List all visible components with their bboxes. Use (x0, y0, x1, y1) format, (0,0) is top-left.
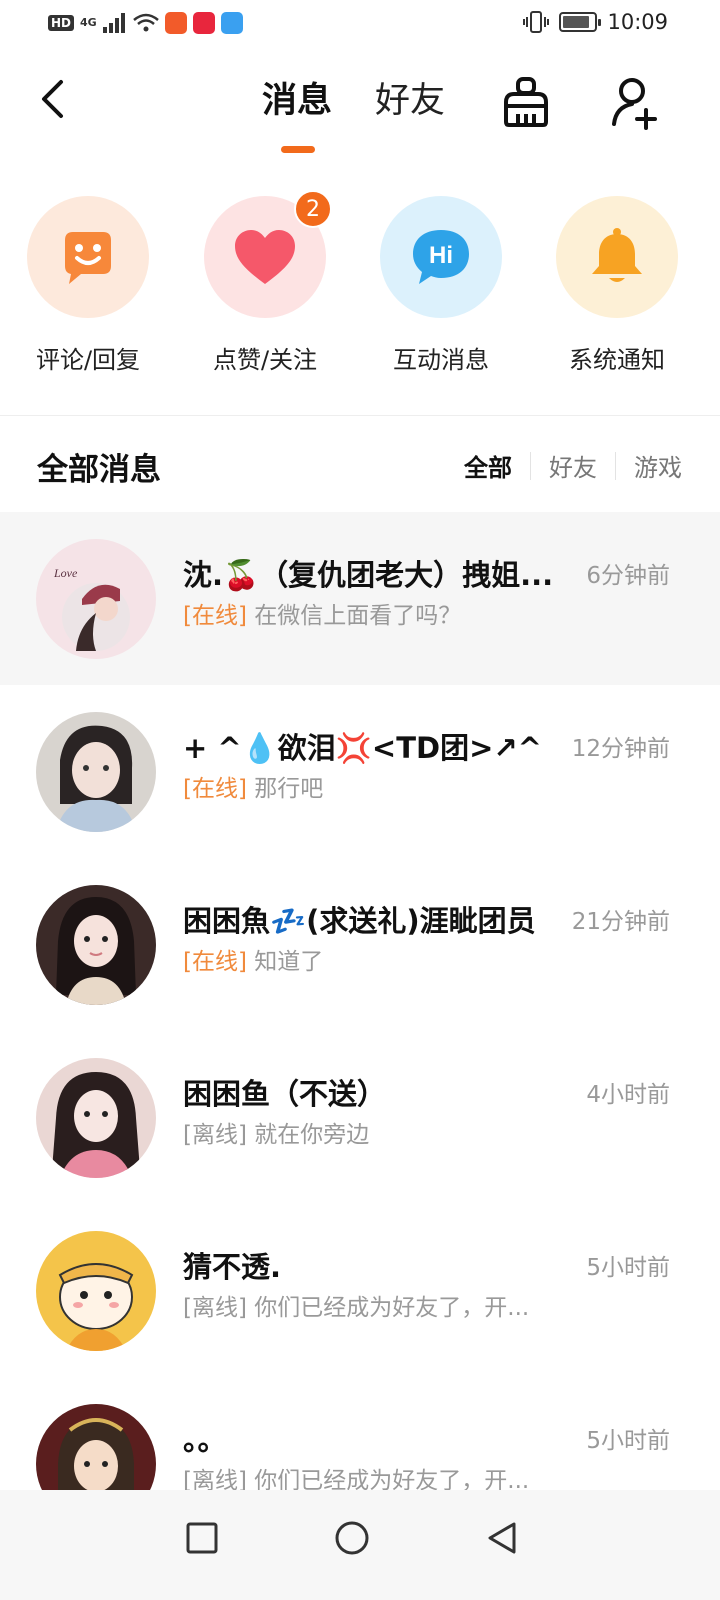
signal-icon (102, 13, 125, 33)
avatar[interactable] (36, 1231, 156, 1351)
clean-button[interactable] (498, 74, 554, 130)
top-nav: 消息 好友 (0, 60, 720, 160)
section-header: 全部消息 全部 好友 游戏 (0, 430, 720, 500)
category-likes[interactable]: 2 点赞/关注 (180, 190, 350, 375)
filter-separator (530, 451, 531, 480)
tab-indicator (281, 146, 315, 153)
hd-indicator: HD (48, 15, 75, 31)
conversation-name: 猜不透. (183, 1250, 282, 1284)
back-button[interactable] (30, 74, 74, 124)
conversation-item[interactable]: 困困魚💤(求送礼)涯眦团员 21分钟前 [在线] 知道了 (0, 858, 720, 1031)
hi-bubble-icon: Hi (413, 230, 469, 284)
system-back-button[interactable] (472, 1508, 532, 1568)
category-likes-circle: 2 (204, 190, 332, 318)
conversation-name: 困困魚💤(求送礼)涯眦团员 (183, 904, 536, 938)
tab-messages[interactable]: 消息 (262, 78, 332, 124)
category-label: 系统通知 (569, 346, 665, 374)
offline-status: [离线] (183, 1295, 247, 1321)
home-button[interactable] (322, 1508, 382, 1568)
tab-friends[interactable]: 好友 (375, 78, 445, 124)
conversation-time: 5小时前 (586, 1255, 670, 1281)
filter-friends[interactable]: 好友 (549, 448, 597, 483)
status-right: 10:09 (523, 10, 668, 34)
chevron-left-icon (42, 80, 63, 118)
bell-icon (592, 228, 642, 282)
online-status: [在线] (183, 603, 247, 629)
section-divider (0, 415, 720, 416)
conversation-time: 6分钟前 (586, 563, 670, 589)
category-interactions-circle: Hi (380, 196, 502, 318)
weather-icon (220, 12, 243, 34)
category-comments[interactable]: 评论/回复 (3, 196, 173, 375)
conversation-item[interactable]: 猜不透. 5小时前 [离线] 你们已经成为好友了，开... (0, 1204, 720, 1377)
conversation-time: 5小时前 (586, 1428, 670, 1454)
square-icon (186, 1522, 218, 1554)
clock: 10:09 (607, 10, 668, 34)
system-nav-bar (0, 1490, 720, 1600)
last-message: 那行吧 (254, 776, 324, 802)
conversation-name: 。。 (183, 1423, 227, 1457)
category-label: 评论/回复 (35, 346, 141, 374)
avatar[interactable] (36, 712, 156, 832)
conversation-preview: [在线] 在微信上面看了吗？ (183, 596, 573, 630)
battery-icon (559, 12, 602, 32)
online-status: [在线] (183, 949, 247, 975)
filter-separator (615, 451, 616, 480)
circle-icon (335, 1521, 369, 1555)
vibrate-icon (523, 11, 550, 33)
filter-games[interactable]: 游戏 (634, 448, 682, 483)
avatar[interactable]: Love (36, 539, 156, 659)
category-label: 互动消息 (393, 346, 489, 374)
svg-text:Hi: Hi (429, 242, 453, 269)
conversation-time: 21分钟前 (571, 909, 670, 935)
filter-tabs: 全部 好友 游戏 (464, 448, 682, 483)
category-label: 点赞/关注 (212, 346, 318, 374)
category-comments-circle (27, 196, 149, 318)
last-message: 就在你旁边 (254, 1122, 370, 1148)
conversation-name: + ^💧欲泪💢<TD团>↗^ (183, 731, 542, 765)
online-status: [在线] (183, 776, 247, 802)
broom-icon (504, 77, 548, 127)
app-notification-icon (164, 12, 187, 34)
status-left: HD 4G (48, 12, 243, 34)
svg-text:Love: Love (53, 566, 78, 580)
smile-chat-icon (65, 232, 111, 284)
status-bar: HD 4G 10:09 (0, 0, 720, 50)
app-notification-icon (192, 12, 215, 34)
conversation-name: 沈.🍒（复仇团老大）拽姐... (183, 558, 554, 592)
network-indicator: 4G (80, 16, 97, 29)
category-interactions[interactable]: Hi 互动消息 (356, 196, 526, 375)
conversation-item[interactable]: + ^💧欲泪💢<TD团>↗^ 12分钟前 [在线] 那行吧 (0, 685, 720, 858)
category-system[interactable]: 系统通知 (532, 196, 702, 375)
conversation-preview: [在线] 那行吧 (183, 769, 573, 803)
recent-apps-button[interactable] (172, 1508, 232, 1568)
unread-badge: 2 (294, 190, 332, 228)
conversation-preview: [离线] 你们已经成为好友了，开... (183, 1288, 573, 1322)
conversation-time: 12分钟前 (571, 736, 670, 762)
heart-icon (235, 230, 295, 284)
conversation-time: 4小时前 (586, 1082, 670, 1108)
add-friend-button[interactable] (608, 74, 664, 130)
wifi-icon (132, 13, 159, 32)
conversation-name: 困困鱼（不送） (183, 1077, 387, 1111)
triangle-back-icon (488, 1522, 516, 1554)
conversation-list: Love 沈.🍒（复仇团老大）拽姐... 6分钟前 [在线] 在微信上面看了吗？… (0, 512, 720, 1550)
add-user-icon (612, 78, 657, 130)
offline-status: [离线] (183, 1122, 247, 1148)
conversation-item[interactable]: 困困鱼（不送） 4小时前 [离线] 就在你旁边 (0, 1031, 720, 1204)
last-message: 知道了 (254, 949, 324, 975)
conversation-item[interactable]: Love 沈.🍒（复仇团老大）拽姐... 6分钟前 [在线] 在微信上面看了吗？ (0, 512, 720, 685)
filter-all[interactable]: 全部 (464, 448, 512, 483)
category-row: 评论/回复 2 点赞/关注 Hi 互动消息 系统通知 (0, 190, 720, 386)
avatar[interactable] (36, 1058, 156, 1178)
conversation-preview: [离线] 就在你旁边 (183, 1115, 573, 1149)
last-message: 在微信上面看了吗？ (254, 603, 462, 629)
category-system-circle (556, 196, 678, 318)
conversation-preview: [在线] 知道了 (183, 942, 573, 976)
section-title: 全部消息 (37, 452, 161, 488)
avatar[interactable] (36, 885, 156, 1005)
last-message: 你们已经成为好友了，开... (254, 1295, 530, 1321)
